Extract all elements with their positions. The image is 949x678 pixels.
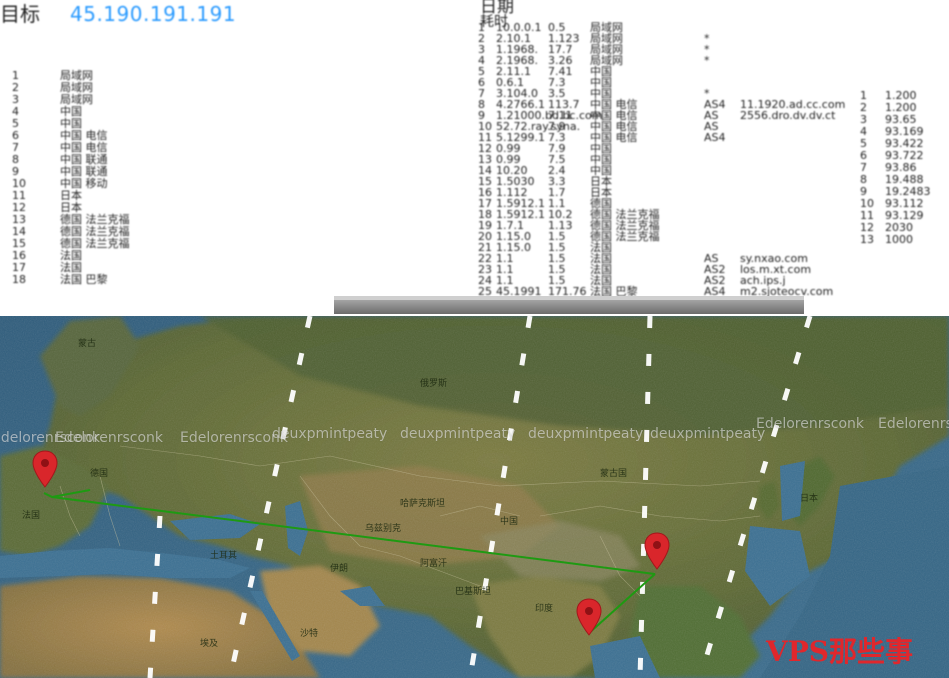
map-place-label: 哈萨克斯坦: [400, 499, 446, 509]
right-row: 11 93.129: [0, 210, 949, 222]
map-overlay-text: deuxpmintpeaty: [272, 426, 388, 442]
map-overlay-text: deuxpmintpeaty: [650, 426, 766, 442]
map-place-label: 蒙古: [78, 339, 97, 349]
hop-cell: 13: [860, 233, 874, 246]
right-row: 8 19.488: [0, 174, 949, 186]
time-cell: 1000: [885, 233, 913, 246]
panel-shadow: [334, 300, 804, 314]
watermark-logo: VPS那些事: [766, 635, 914, 668]
traceroute-result-panel: 目标 45.190.191.191 日期 耗时 1 局域网 2 局域网 3 局域网 4 中国 5…: [0, 0, 949, 316]
map-place-label: 乌兹别克: [365, 524, 402, 534]
map-place-label: 蒙古国: [600, 469, 628, 479]
map-place-label: 阿富汗: [420, 559, 448, 569]
map-place-label: 巴基斯坦: [455, 587, 492, 597]
route-map[interactable]: Edelorenrsconk Edelorenrsconk Edelorenrs…: [0, 316, 949, 678]
right-row: 6 93.722: [0, 150, 949, 162]
right-row: 9 19.2483: [0, 186, 949, 198]
traceroute-table-blurred: 目标 45.190.191.191 日期 耗时 1 局域网 2 局域网 3 局域网 4 中国 5…: [0, 0, 949, 316]
right-row: 12 2030: [0, 222, 949, 234]
map-place-label: 俄罗斯: [420, 379, 448, 389]
map-place-label: 法国: [22, 511, 41, 521]
china-pin-icon[interactable]: [644, 532, 670, 570]
right-row: 5 93.422: [0, 138, 949, 150]
map-overlay-text: Edelorenrsconk: [756, 416, 865, 432]
map-place-label: 土耳其: [210, 551, 238, 561]
map-overlay-text: Edelorenrsconk: [55, 430, 164, 446]
right-row: 10 93.112: [0, 198, 949, 210]
map-place-label: 埃及: [200, 639, 219, 649]
map-overlay-text: deuxpmintpeaty: [400, 426, 516, 442]
map-place-label: 沙特: [300, 629, 319, 639]
map-place-label: 德国: [90, 469, 109, 479]
map-place-label: 中国: [500, 517, 519, 527]
right-row: 2 1.200: [0, 102, 949, 114]
right-row: 4 93.169: [0, 126, 949, 138]
map-place-label: 伊朗: [330, 564, 349, 574]
paris-pin-icon[interactable]: [32, 450, 58, 488]
map-overlay-text: Edelorenrsconk: [878, 416, 949, 432]
map-overlay-text: deuxpmintpeaty: [528, 426, 644, 442]
right-row: 13 1000: [0, 234, 949, 246]
map-place-label: 印度: [535, 604, 554, 614]
map-place-label: 日本: [800, 494, 819, 504]
right-row: 3 93.65: [0, 114, 949, 126]
right-row: 1 1.200: [0, 90, 949, 102]
india-pin-icon[interactable]: [576, 598, 602, 636]
right-row: 7 93.86: [0, 162, 949, 174]
